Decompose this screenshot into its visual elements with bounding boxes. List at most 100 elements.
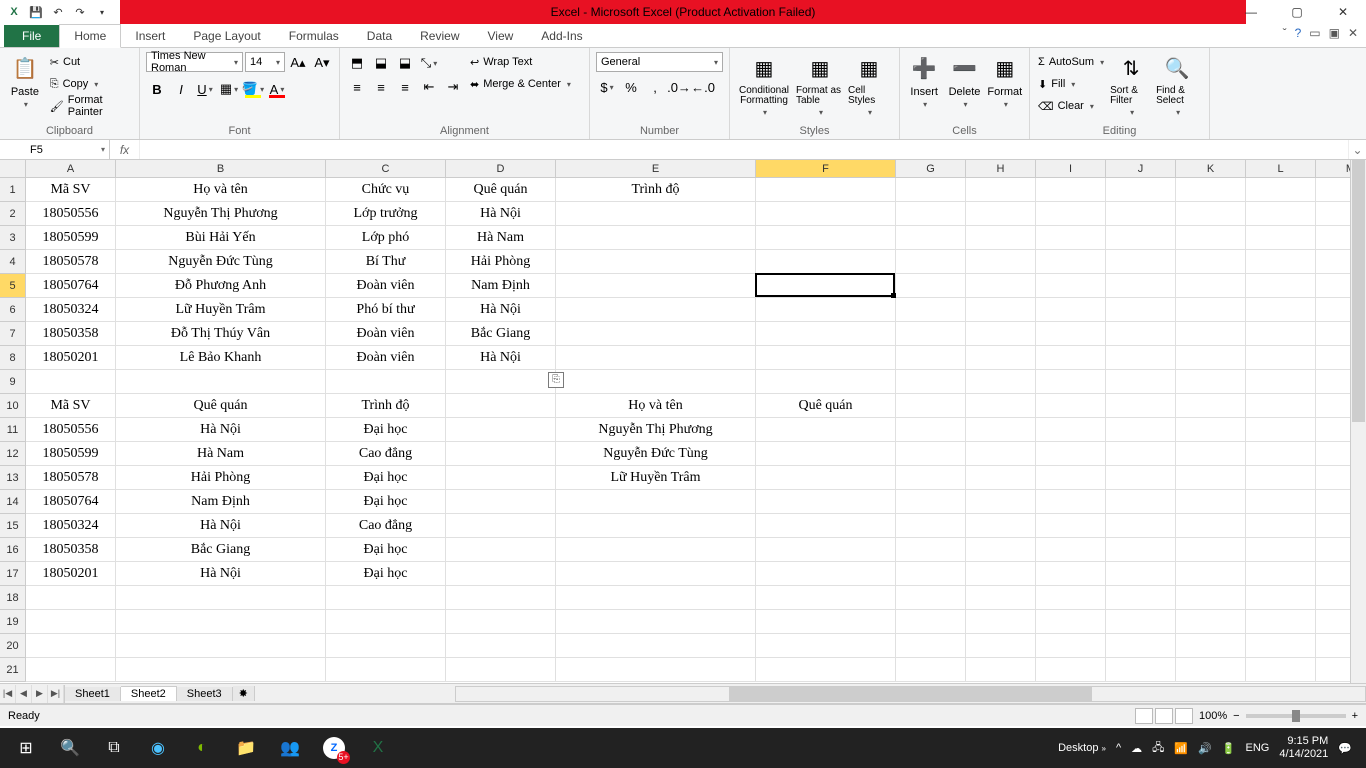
cell[interactable]: 18050578 — [26, 250, 116, 274]
cell[interactable]: 18050599 — [26, 442, 116, 466]
cell[interactable] — [556, 298, 756, 322]
clear-button[interactable]: ⌫Clear▾ — [1036, 96, 1106, 116]
cell[interactable] — [556, 586, 756, 610]
cell[interactable]: Hà Nam — [116, 442, 326, 466]
cell[interactable] — [966, 370, 1036, 394]
normal-view-button[interactable] — [1135, 708, 1153, 724]
cell[interactable]: Đoàn viên — [326, 274, 446, 298]
cell[interactable] — [1176, 634, 1246, 658]
cell[interactable] — [896, 538, 966, 562]
review-tab[interactable]: Review — [406, 25, 473, 47]
cell[interactable]: 18050201 — [26, 346, 116, 370]
cell[interactable] — [1106, 274, 1176, 298]
cell[interactable] — [446, 562, 556, 586]
cell[interactable] — [966, 586, 1036, 610]
qat-dropdown-icon[interactable]: ▾ — [94, 4, 110, 20]
row-header[interactable]: 18 — [0, 586, 26, 610]
window-restore-icon[interactable]: ▭ — [1309, 26, 1320, 40]
shrink-font-button[interactable]: A▾ — [311, 52, 333, 74]
cell[interactable] — [1176, 466, 1246, 490]
page-break-view-button[interactable] — [1175, 708, 1193, 724]
align-middle-button[interactable]: ⬓ — [370, 52, 392, 74]
cell[interactable] — [756, 634, 896, 658]
cell[interactable] — [326, 610, 446, 634]
cell[interactable] — [26, 658, 116, 682]
cell[interactable]: Trình độ — [556, 178, 756, 202]
currency-button[interactable]: $▾ — [596, 76, 618, 98]
cell[interactable] — [1246, 514, 1316, 538]
cell[interactable] — [556, 634, 756, 658]
fill-button[interactable]: ⬇Fill▾ — [1036, 74, 1106, 94]
horizontal-scrollbar[interactable] — [455, 686, 1366, 702]
format-painter-button[interactable]: 🖌Format Painter — [48, 96, 133, 116]
cell[interactable]: Đại học — [326, 538, 446, 562]
cell[interactable]: Hà Nội — [116, 418, 326, 442]
expand-formula-bar-icon[interactable]: ⌄ — [1348, 140, 1366, 159]
excel-taskbar-icon[interactable]: X — [356, 728, 400, 768]
zoom-out-button[interactable]: − — [1233, 710, 1239, 722]
page-layout-view-button[interactable] — [1155, 708, 1173, 724]
cell[interactable]: Mã SV — [26, 178, 116, 202]
cell[interactable] — [966, 562, 1036, 586]
column-header-H[interactable]: H — [966, 160, 1036, 178]
cell[interactable]: 18050201 — [26, 562, 116, 586]
cell[interactable] — [1176, 250, 1246, 274]
desktop-toolbar[interactable]: Desktop » — [1058, 742, 1106, 754]
column-header-G[interactable]: G — [896, 160, 966, 178]
cell[interactable] — [1106, 514, 1176, 538]
cell[interactable] — [896, 394, 966, 418]
cut-button[interactable]: ✂Cut — [48, 52, 133, 72]
row-header[interactable]: 5 — [0, 274, 26, 298]
cell[interactable] — [756, 226, 896, 250]
align-right-button[interactable]: ≡ — [394, 76, 416, 98]
cell[interactable] — [966, 274, 1036, 298]
sheet-nav-first-icon[interactable]: |◀ — [0, 685, 16, 703]
cell[interactable] — [1246, 226, 1316, 250]
cell[interactable] — [1246, 442, 1316, 466]
cell[interactable] — [756, 298, 896, 322]
cell[interactable]: Hải Phòng — [116, 466, 326, 490]
cell[interactable] — [556, 490, 756, 514]
cell[interactable] — [756, 610, 896, 634]
column-header-J[interactable]: J — [1106, 160, 1176, 178]
row-header[interactable]: 10 — [0, 394, 26, 418]
border-button[interactable]: ▦▾ — [218, 78, 240, 100]
row-header[interactable]: 14 — [0, 490, 26, 514]
cell[interactable] — [756, 490, 896, 514]
column-header-B[interactable]: B — [116, 160, 326, 178]
cell[interactable] — [756, 250, 896, 274]
cell[interactable] — [446, 490, 556, 514]
cell[interactable] — [756, 346, 896, 370]
cell[interactable] — [446, 514, 556, 538]
row-header[interactable]: 2 — [0, 202, 26, 226]
cell[interactable] — [1176, 274, 1246, 298]
cell[interactable] — [966, 658, 1036, 682]
app-icon[interactable]: ◐ — [180, 728, 224, 768]
cell[interactable] — [1036, 466, 1106, 490]
cell[interactable] — [1036, 562, 1106, 586]
grow-font-button[interactable]: A▴ — [287, 52, 309, 74]
cell[interactable] — [896, 274, 966, 298]
save-icon[interactable]: 💾 — [28, 4, 44, 20]
cell[interactable] — [896, 658, 966, 682]
wifi-icon[interactable]: 📶 — [1174, 742, 1188, 755]
cell[interactable] — [1176, 442, 1246, 466]
cell[interactable] — [1246, 202, 1316, 226]
cell[interactable] — [1246, 298, 1316, 322]
cell[interactable] — [326, 586, 446, 610]
format-as-table-button[interactable]: ▦Format as Table▾ — [796, 52, 844, 117]
maximize-button[interactable]: ▢ — [1274, 0, 1320, 24]
window-maximize-icon[interactable]: ▣ — [1329, 26, 1340, 40]
cell[interactable] — [1106, 562, 1176, 586]
cell[interactable] — [1036, 634, 1106, 658]
cell[interactable] — [896, 610, 966, 634]
cell[interactable] — [966, 298, 1036, 322]
edge-icon[interactable]: ◉ — [136, 728, 180, 768]
cell[interactable]: Họ và tên — [116, 178, 326, 202]
cell[interactable]: Đại học — [326, 418, 446, 442]
clock[interactable]: 9:15 PM 4/14/2021 — [1279, 735, 1328, 761]
row-header[interactable]: 8 — [0, 346, 26, 370]
cell[interactable]: Đoàn viên — [326, 346, 446, 370]
cell[interactable] — [1106, 658, 1176, 682]
increase-indent-button[interactable]: ⇥ — [442, 76, 464, 98]
